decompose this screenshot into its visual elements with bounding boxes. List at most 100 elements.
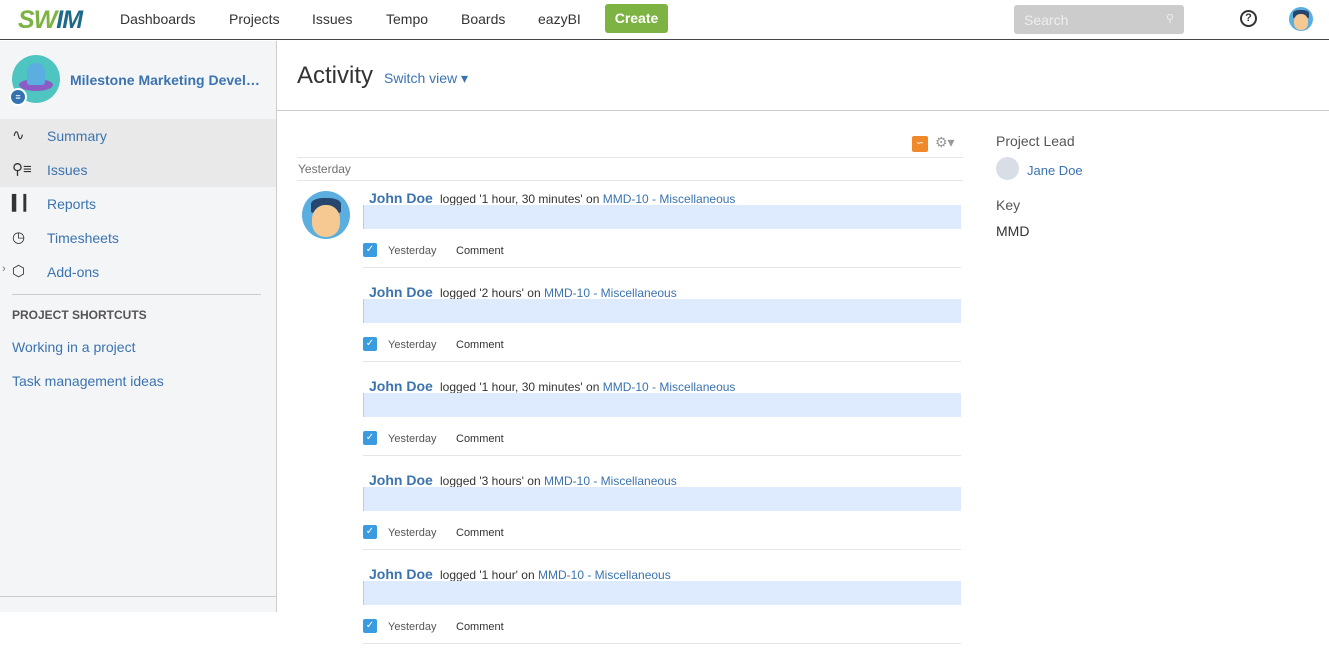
comment-link[interactable]: Comment xyxy=(456,339,504,351)
action-text: logged '3 hours' on xyxy=(440,474,541,488)
sidebar: ≡ Milestone Marketing Devel… ∿ Summary ⚲≡… xyxy=(0,41,277,612)
divider xyxy=(363,643,961,644)
activity-text: logged '1 hour, 30 minutes' on MMD-10 - … xyxy=(440,380,735,394)
shortcuts-heading: PROJECT SHORTCUTS xyxy=(12,308,147,322)
worklog-description xyxy=(363,205,961,229)
comment-link[interactable]: Comment xyxy=(456,621,504,633)
divider xyxy=(297,180,963,181)
sidebar-item-label: Reports xyxy=(47,196,97,212)
nav-eazybi[interactable]: eazyBI xyxy=(538,11,581,27)
user-avatar[interactable] xyxy=(1289,7,1313,31)
action-text: logged '1 hour, 30 minutes' on xyxy=(440,380,600,394)
bar-chart-icon: ▍▎ xyxy=(12,195,36,212)
activity-item: John Doe logged '2 hours' on MMD-10 - Mi… xyxy=(363,284,963,378)
project-name[interactable]: Milestone Marketing Devel… xyxy=(70,72,260,88)
action-text: logged '1 hour, 30 minutes' on xyxy=(440,192,600,206)
worklog-description xyxy=(363,581,961,605)
search-list-icon: ⚲≡ xyxy=(12,161,32,178)
action-text: logged '1 hour' on xyxy=(440,568,535,582)
checkbox-icon: ✓ xyxy=(363,619,377,633)
user-link[interactable]: John Doe xyxy=(369,472,433,488)
user-link[interactable]: John Doe xyxy=(369,566,433,582)
activity-item: John Doe logged '1 hour' on MMD-10 - Mis… xyxy=(363,566,963,660)
chevron-right-icon[interactable]: › xyxy=(2,263,6,275)
sidebar-item-issues[interactable]: ⚲≡ Issues xyxy=(0,153,276,187)
worklog-description xyxy=(363,299,961,323)
nav-dashboards[interactable]: Dashboards xyxy=(120,11,196,27)
help-icon[interactable]: ? xyxy=(1240,10,1257,27)
checkbox-icon: ✓ xyxy=(363,525,377,539)
nav-tempo[interactable]: Tempo xyxy=(386,11,428,27)
divider xyxy=(363,549,961,550)
project-lead-link[interactable]: Jane Doe xyxy=(1027,163,1083,178)
key-label: Key xyxy=(996,197,1021,213)
user-link[interactable]: John Doe xyxy=(369,284,433,300)
comment-link[interactable]: Comment xyxy=(456,527,504,539)
timestamp[interactable]: Yesterday xyxy=(388,433,437,445)
search-icon: ⚲ xyxy=(1165,13,1174,25)
clock-icon: ◷ xyxy=(12,229,26,246)
issue-link[interactable]: MMD-10 - Miscellaneous xyxy=(538,568,671,582)
issue-link[interactable]: MMD-10 - Miscellaneous xyxy=(603,192,736,206)
activity-text: logged '3 hours' on MMD-10 - Miscellaneo… xyxy=(440,474,677,488)
timestamp[interactable]: Yesterday xyxy=(388,621,437,633)
nav-projects[interactable]: Projects xyxy=(229,11,280,27)
page-title: Activity xyxy=(297,62,374,89)
sidebar-item-label: Add-ons xyxy=(47,264,100,280)
search-input[interactable]: Search ⚲ xyxy=(1014,5,1184,34)
shortcut-link[interactable]: Task management ideas xyxy=(12,373,164,389)
divider xyxy=(277,110,1329,111)
worklog-description xyxy=(363,393,961,417)
project-key: MMD xyxy=(996,223,1030,239)
nav-issues[interactable]: Issues xyxy=(312,11,352,27)
sidebar-item-timesheets[interactable]: ◷ Timesheets xyxy=(0,221,276,255)
hexagon-icon: ⬡ xyxy=(12,263,26,280)
checkbox-icon: ✓ xyxy=(363,337,377,351)
project-lead-label: Project Lead xyxy=(996,133,1075,149)
divider xyxy=(363,361,961,362)
user-avatar[interactable] xyxy=(302,191,350,239)
user-link[interactable]: John Doe xyxy=(369,190,433,206)
switch-view-dropdown[interactable]: Switch view ▾ xyxy=(384,70,468,87)
comment-link[interactable]: Comment xyxy=(456,245,504,257)
checkbox-icon: ✓ xyxy=(363,243,377,257)
sidebar-item-label: Summary xyxy=(47,128,107,144)
shortcut-link[interactable]: Working in a project xyxy=(12,339,135,355)
divider xyxy=(363,455,961,456)
gear-icon[interactable]: ⚙▾ xyxy=(935,134,955,151)
timestamp[interactable]: Yesterday xyxy=(388,245,437,257)
comment-link[interactable]: Comment xyxy=(456,433,504,445)
swim-logo[interactable]: SWIM xyxy=(18,6,83,35)
divider xyxy=(297,157,963,158)
divider xyxy=(12,294,261,295)
sidebar-item-summary[interactable]: ∿ Summary xyxy=(0,119,276,153)
nav-boards[interactable]: Boards xyxy=(461,11,505,27)
divider xyxy=(363,267,961,268)
project-avatar[interactable]: ≡ xyxy=(9,55,60,106)
sidebar-item-label: Issues xyxy=(47,162,88,178)
checkbox-icon: ✓ xyxy=(363,431,377,445)
sidebar-item-label: Timesheets xyxy=(47,230,119,246)
user-link[interactable]: John Doe xyxy=(369,378,433,394)
create-button[interactable]: Create xyxy=(605,4,668,33)
rss-icon[interactable]: ∽ xyxy=(912,136,928,152)
day-heading: Yesterday xyxy=(298,162,351,176)
divider xyxy=(0,596,276,597)
sidebar-item-reports[interactable]: ▍▎ Reports xyxy=(0,187,276,221)
activity-text: logged '1 hour, 30 minutes' on MMD-10 - … xyxy=(440,192,735,206)
worklog-description xyxy=(363,487,961,511)
search-placeholder: Search xyxy=(1024,12,1069,28)
timestamp[interactable]: Yesterday xyxy=(388,527,437,539)
timestamp[interactable]: Yesterday xyxy=(388,339,437,351)
action-text: logged '2 hours' on xyxy=(440,286,541,300)
activity-item: John Doe logged '1 hour, 30 minutes' on … xyxy=(363,378,963,472)
top-nav: SWIM Dashboards Projects Issues Tempo Bo… xyxy=(0,0,1329,40)
activity-text: logged '2 hours' on MMD-10 - Miscellaneo… xyxy=(440,286,677,300)
issue-link[interactable]: MMD-10 - Miscellaneous xyxy=(603,380,736,394)
issue-link[interactable]: MMD-10 - Miscellaneous xyxy=(544,286,677,300)
lead-avatar xyxy=(996,157,1019,180)
pulse-icon: ∿ xyxy=(12,127,25,144)
issue-link[interactable]: MMD-10 - Miscellaneous xyxy=(544,474,677,488)
sidebar-item-add-ons[interactable]: › ⬡ Add-ons xyxy=(0,255,276,289)
project-type-icon: ≡ xyxy=(9,88,27,106)
